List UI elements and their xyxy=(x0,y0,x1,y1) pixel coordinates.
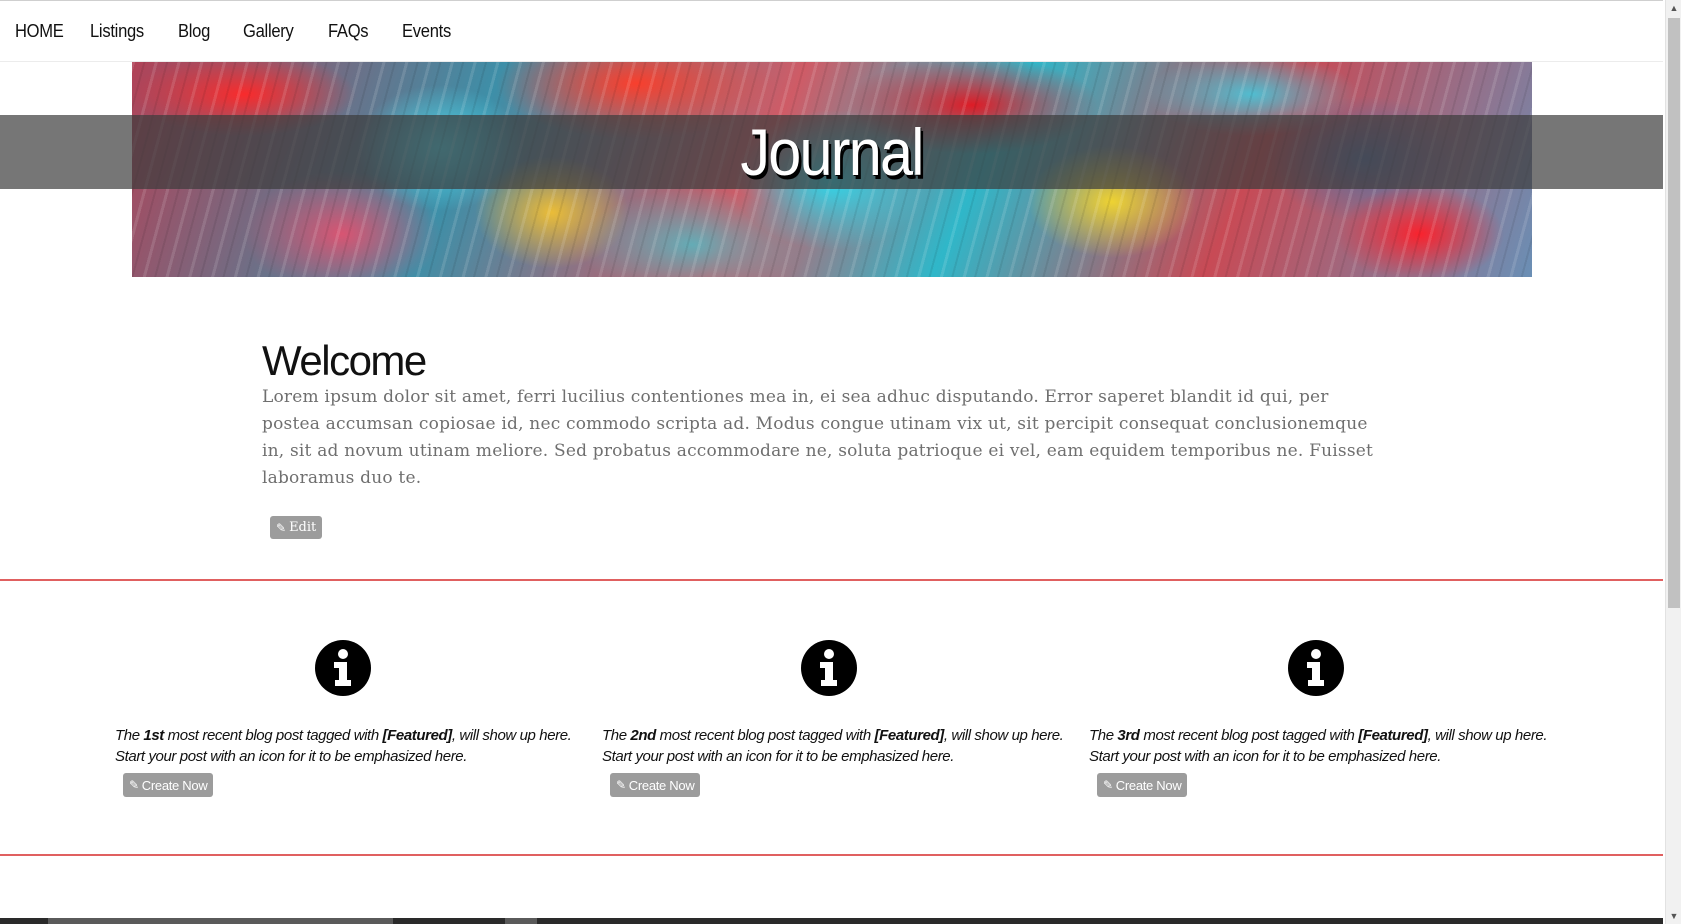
info-circle-icon xyxy=(315,640,371,696)
text-tag: [Featured] xyxy=(874,727,945,744)
text-suffix: , will show up here. xyxy=(943,727,1064,744)
create-now-label: Create Now xyxy=(628,777,695,793)
text-ordinal: 1st xyxy=(143,727,164,744)
nav-item-blog[interactable]: Blog xyxy=(178,21,210,42)
nav-item-faqs[interactable]: FAQs xyxy=(328,21,369,42)
text-middle: most recent blog post tagged with xyxy=(163,727,383,744)
text-suffix: , will show up here. xyxy=(1427,727,1548,744)
pencil-icon: ✎ xyxy=(616,778,626,792)
nav-item-events[interactable]: Events xyxy=(402,21,451,42)
page: HOME Listings Blog Gallery FAQs Events J… xyxy=(0,0,1681,924)
create-now-button[interactable]: ✎ Create Now xyxy=(610,773,701,797)
info-circle-icon xyxy=(801,640,857,696)
featured-post-text: The 3rd most recent blog post tagged wit… xyxy=(1089,725,1559,767)
scroll-up-arrow-icon[interactable]: ▲ xyxy=(1666,0,1681,16)
section-divider-top xyxy=(0,579,1663,581)
create-now-button[interactable]: ✎ Create Now xyxy=(123,773,214,797)
text-line-2: Start your post with an icon for it to b… xyxy=(602,748,954,765)
text-middle: most recent blog post tagged with xyxy=(1139,727,1359,744)
pencil-icon: ✎ xyxy=(129,778,139,792)
pencil-icon: ✎ xyxy=(276,520,287,535)
bottom-bar-segment xyxy=(505,918,537,924)
text-prefix: The xyxy=(602,727,631,744)
scrollbar-thumb[interactable] xyxy=(1668,18,1680,608)
text-tag: [Featured] xyxy=(1358,727,1428,744)
text-ordinal: 2nd xyxy=(630,727,656,744)
text-line-2: Start your post with an icon for it to b… xyxy=(115,748,467,765)
main-nav: HOME Listings Blog Gallery FAQs Events xyxy=(0,1,1663,62)
nav-item-listings[interactable]: Listings xyxy=(90,21,144,42)
text-prefix: The xyxy=(115,727,144,744)
create-now-label: Create Now xyxy=(141,777,208,793)
pencil-icon: ✎ xyxy=(1103,778,1113,792)
text-prefix: The xyxy=(1089,727,1118,744)
text-line-2: Start your post with an icon for it to b… xyxy=(1089,748,1441,765)
create-now-button[interactable]: ✎ Create Now xyxy=(1097,773,1188,797)
nav-list: HOME Listings Blog Gallery FAQs Events xyxy=(0,1,1663,61)
featured-post-text: The 2nd most recent blog post tagged wit… xyxy=(602,725,1072,767)
text-tag: [Featured] xyxy=(382,727,453,744)
text-ordinal: 3rd xyxy=(1117,727,1140,744)
nav-item-home[interactable]: HOME xyxy=(15,21,64,42)
create-now-label: Create Now xyxy=(1115,777,1182,793)
vertical-scrollbar[interactable]: ▲ ▼ xyxy=(1665,0,1681,924)
section-divider-bottom xyxy=(0,854,1663,856)
text-suffix: , will show up here. xyxy=(451,727,572,744)
scroll-down-arrow-icon[interactable]: ▼ xyxy=(1666,908,1681,924)
welcome-body: Lorem ipsum dolor sit amet, ferri lucili… xyxy=(262,387,1374,488)
info-circle-icon xyxy=(1288,640,1344,696)
edit-button[interactable]: ✎ Edit xyxy=(270,516,323,539)
bottom-bar xyxy=(0,918,1663,924)
nav-item-gallery[interactable]: Gallery xyxy=(243,21,294,42)
page-title: Journal xyxy=(740,115,924,189)
edit-button-label: Edit xyxy=(289,520,317,535)
welcome-title: Welcome xyxy=(262,337,427,384)
welcome-section: Welcome Lorem ipsum dolor sit amet, ferr… xyxy=(262,338,1392,492)
bottom-bar-segment xyxy=(48,918,393,924)
featured-post-text: The 1st most recent blog post tagged wit… xyxy=(115,725,585,767)
text-middle: most recent blog post tagged with xyxy=(655,727,875,744)
